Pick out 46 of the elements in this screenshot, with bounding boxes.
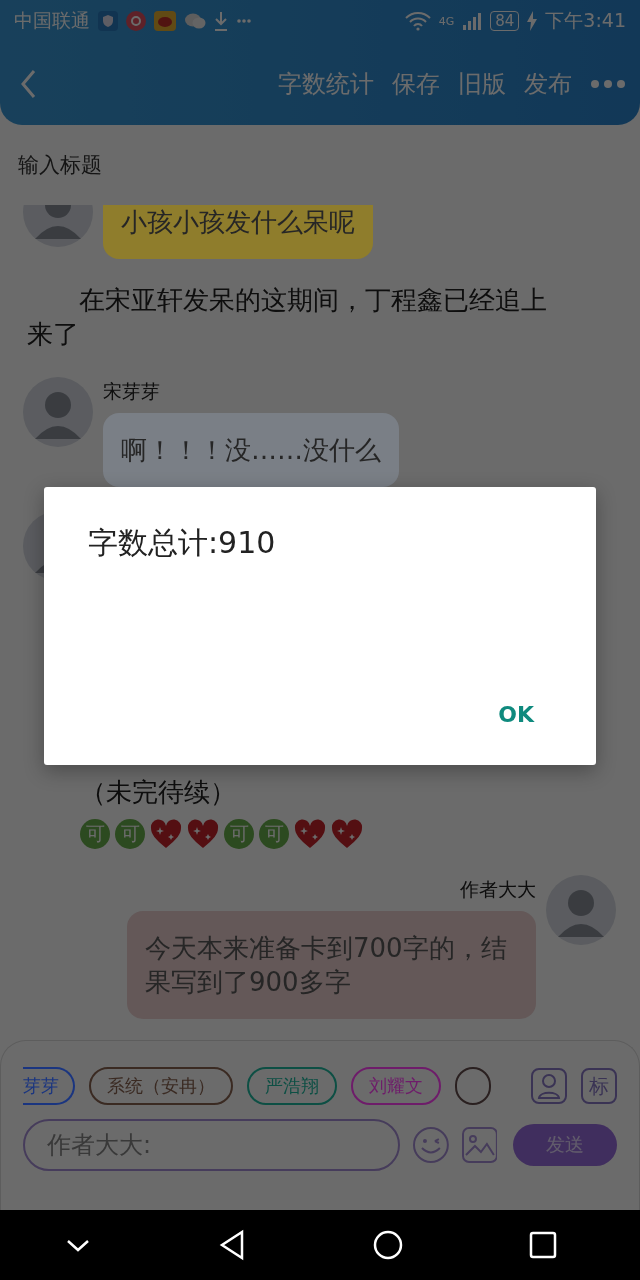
ok-button[interactable]: OK — [480, 698, 552, 731]
narration-text: 在宋亚轩发呆的这期间，丁程鑫已经追上来了 — [26, 284, 548, 351]
wifi-icon — [404, 11, 431, 31]
message-bubble: 今天本来准备卡到700字的，结果写到了900多字 — [127, 911, 536, 1019]
role-chip[interactable]: 严浩翔 — [247, 1067, 337, 1105]
role-chip[interactable]: 刘耀文 — [351, 1067, 441, 1105]
role-chip[interactable]: 系统（安冉） — [89, 1067, 233, 1105]
note-text: （未完待续） — [79, 776, 237, 809]
image-icon[interactable] — [461, 1127, 498, 1163]
message-bubble: 啊！！！没……没什么 — [103, 413, 399, 487]
role-chip[interactable] — [455, 1067, 491, 1105]
app-icon — [126, 11, 146, 31]
battery-level: 84 — [490, 11, 520, 31]
header-action[interactable]: 旧版 — [458, 67, 506, 100]
role-chip[interactable]: 芽芽 — [23, 1067, 75, 1105]
tag-button[interactable]: 标 — [581, 1068, 617, 1104]
eye-logo-icon — [154, 11, 176, 31]
avatar — [546, 875, 616, 945]
header-action[interactable]: 字数统计 — [278, 67, 374, 100]
header-action[interactable]: 保存 — [392, 67, 440, 100]
dialog-message: 字数总计:910 — [88, 524, 277, 562]
message-bubble: 小孩小孩发什么呆呢 — [103, 205, 373, 259]
shield-icon — [98, 11, 118, 31]
emoji-badge: 可 — [115, 819, 145, 849]
download-icon — [214, 11, 228, 31]
heart-icon — [187, 819, 219, 849]
emoji-badge: 可 — [80, 819, 110, 849]
more-icon — [236, 18, 252, 24]
header-action[interactable]: 发布 — [524, 67, 572, 100]
heart-icon — [294, 819, 326, 849]
sender-name: 宋芽芽 — [103, 379, 160, 404]
charging-icon — [527, 11, 538, 31]
sender-name: 作者大大 — [460, 877, 536, 902]
clock: 下午3:41 — [545, 8, 626, 33]
network-type: 4G — [438, 14, 455, 28]
emoji-badge: 可 — [259, 819, 289, 849]
emoji-icon[interactable] — [411, 1126, 450, 1164]
signal-icon — [462, 11, 483, 31]
heart-icon — [331, 819, 363, 849]
chat-icon — [184, 12, 206, 30]
avatar — [23, 377, 93, 447]
carrier-name: 中国联通 — [14, 8, 90, 33]
heart-icon — [150, 819, 182, 849]
emoji-badge: 可 — [224, 819, 254, 849]
person-icon[interactable] — [531, 1068, 567, 1104]
more-icon[interactable] — [590, 78, 626, 89]
